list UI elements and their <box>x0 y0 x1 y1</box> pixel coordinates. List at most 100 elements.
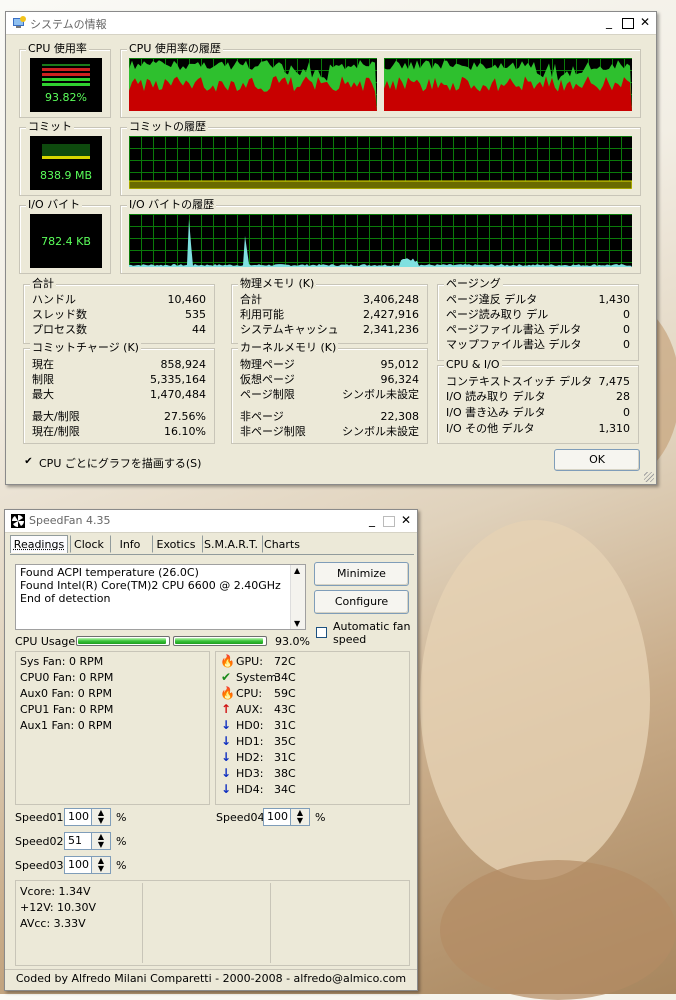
per-cpu-graph-label[interactable]: CPU ごとにグラフを描画する(S) <box>39 455 201 471</box>
footer-text: Coded by Alfredo Milani Comparetti - 200… <box>16 972 406 985</box>
io-area <box>129 219 632 267</box>
speedfan-window: SpeedFan 4.35 _ ✕ Readings Clock Info Ex… <box>4 509 418 991</box>
temp-label: HD0: <box>236 719 263 732</box>
title-bar[interactable]: システムの情報 _ ✕ <box>6 12 656 35</box>
speed03-spinner[interactable]: 100 ▲ ▼ <box>64 856 111 874</box>
speed04-label: Speed04: <box>216 811 268 824</box>
stat-row: ページ制限 シンボル未設定 <box>240 387 419 402</box>
temp-row: ✔ System: 34C <box>216 670 406 686</box>
stat-value: 1,430 <box>599 292 631 307</box>
maximize-button[interactable] <box>622 18 634 29</box>
bar-fill <box>175 638 263 644</box>
auto-fan-speed-label[interactable]: Automatic fan <box>333 620 411 633</box>
spinner-arrows-icon[interactable]: ▲ ▼ <box>91 809 110 825</box>
stat-value: 3,406,248 <box>363 292 419 307</box>
stat-label: 制限 <box>32 372 54 387</box>
speed01-spinner[interactable]: 100 ▲ ▼ <box>64 808 111 826</box>
spinner-value: 100 <box>68 810 89 823</box>
window-title: システムの情報 <box>30 16 107 32</box>
window-title: SpeedFan 4.35 <box>29 514 111 527</box>
temp-label: CPU: <box>236 687 262 700</box>
minimize-button[interactable]: _ <box>365 514 379 527</box>
auto-fan-speed-label[interactable]: speed <box>333 633 366 646</box>
stat-row: 最大 1,470,484 <box>32 387 206 402</box>
stat-row: ページ違反 デルタ 1,430 <box>446 292 630 307</box>
configure-button[interactable]: Configure <box>314 590 409 614</box>
temp-label: HD1: <box>236 735 263 748</box>
temp-row: ↓ HD4: 34C <box>216 782 406 798</box>
voltage-reading: +12V: 10.30V <box>20 900 96 916</box>
temp-value: 72C <box>274 655 296 668</box>
stat-row: コンテキストスイッチ デルタ 7,475 <box>446 374 630 389</box>
speed01-label: Speed01: <box>15 811 67 824</box>
stat-label: マップファイル書込 デルタ <box>446 337 582 352</box>
stat-label: ページファイル書込 デルタ <box>446 322 581 337</box>
cpu-history-group: CPU 使用率の履歴 <box>120 49 641 118</box>
cpu-usage-bar-2 <box>173 636 267 646</box>
per-cpu-graph-checkbox[interactable]: ✔ <box>23 457 34 468</box>
log-line: End of detection <box>20 592 110 605</box>
minimize-button[interactable]: _ <box>602 16 616 29</box>
speed01-unit: % <box>116 811 126 824</box>
down-arrow-icon: ↓ <box>220 718 232 732</box>
stat-row: ページファイル書込 デルタ 0 <box>446 322 630 337</box>
title-bar[interactable]: SpeedFan 4.35 _ ✕ <box>5 510 417 533</box>
tab-readings[interactable]: Readings <box>10 535 68 553</box>
speed04-spinner[interactable]: 100 ▲ ▼ <box>263 808 310 826</box>
spinner-arrows-icon[interactable]: ▲ ▼ <box>91 833 110 849</box>
scroll-up-icon[interactable]: ▲ <box>294 566 300 575</box>
stat-label: ページ違反 デルタ <box>446 292 537 307</box>
temp-row: 🔥 CPU: 59C <box>216 686 406 702</box>
voltage-reading: AVcc: 3.33V <box>20 916 86 932</box>
temp-label: HD2: <box>236 751 263 764</box>
log-panel[interactable]: Found ACPI temperature (26.0C) Found Int… <box>15 564 306 630</box>
commit-history-group: コミットの履歴 <box>120 127 641 196</box>
stat-row: スレッド数 535 <box>32 307 206 322</box>
resize-grip[interactable] <box>644 472 654 482</box>
stat-row: 現在/制限 16.10% <box>32 424 206 439</box>
stat-value: 0 <box>623 307 630 322</box>
stat-value: シンボル未設定 <box>342 387 419 402</box>
ok-button[interactable]: OK <box>554 449 640 471</box>
close-button[interactable]: ✕ <box>638 16 652 29</box>
stat-value: 858,924 <box>161 357 207 372</box>
stat-row: 最大/制限 27.56% <box>32 409 206 424</box>
bar-fill <box>78 638 166 644</box>
down-arrow-icon: ↓ <box>220 734 232 748</box>
stat-row: 非ページ 22,308 <box>240 409 419 424</box>
maximize-button[interactable] <box>383 516 395 527</box>
tab-charts[interactable]: Charts <box>262 535 302 553</box>
down-arrow-icon: ↓ <box>220 782 232 796</box>
system-info-icon <box>12 16 26 30</box>
log-scrollbar[interactable]: ▲ ▼ <box>290 565 305 629</box>
footer-status: Coded by Alfredo Milani Comparetti - 200… <box>5 969 417 990</box>
tab-clock[interactable]: Clock <box>70 535 108 553</box>
scroll-down-icon[interactable]: ▼ <box>294 619 300 628</box>
stat-value: 0 <box>623 337 630 352</box>
cpu-io-group: CPU & I/O コンテキストスイッチ デルタ 7,475 I/O 読み取り デ… <box>437 365 639 444</box>
stat-row: I/O 読み取り デルタ 28 <box>446 389 630 404</box>
spinner-arrows-icon[interactable]: ▲ ▼ <box>290 809 309 825</box>
fan-reading: Aux1 Fan: 0 RPM <box>20 718 112 734</box>
stat-row: 制限 5,335,164 <box>32 372 206 387</box>
down-arrow-icon: ↓ <box>220 766 232 780</box>
tab-smart[interactable]: S.M.A.R.T. <box>202 535 260 553</box>
stat-label: ハンドル <box>32 292 76 307</box>
close-button[interactable]: ✕ <box>399 514 413 527</box>
stat-value: 28 <box>616 389 630 404</box>
stat-value: シンボル未設定 <box>342 424 419 439</box>
spinner-value: 51 <box>68 834 82 847</box>
stat-label: 現在 <box>32 357 54 372</box>
group-title: コミットチャージ (K) <box>30 341 141 355</box>
speed02-spinner[interactable]: 51 ▲ ▼ <box>64 832 111 850</box>
group-title: CPU 使用率 <box>26 42 89 56</box>
temp-row: 🔥 GPU: 72C <box>216 654 406 670</box>
tab-exotics[interactable]: Exotics <box>152 535 200 553</box>
cpu-usage-meter: 93.82% <box>30 58 102 112</box>
spinner-arrows-icon[interactable]: ▲ ▼ <box>91 857 110 873</box>
wallpaper-shape <box>440 860 676 1000</box>
minimize-to-tray-button[interactable]: Minimize <box>314 562 409 586</box>
auto-fan-speed-checkbox[interactable] <box>316 627 327 638</box>
tab-info[interactable]: Info <box>110 535 150 553</box>
tab-strip: Readings Clock Info Exotics S.M.A.R.T. C… <box>10 535 414 555</box>
